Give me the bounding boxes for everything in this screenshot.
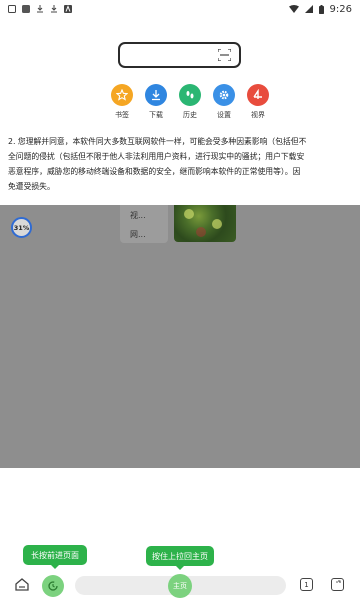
notice-line: 全问题的侵扰（包括但不限于他人非法利用用户资料，进行现实中的骚扰；用户下载安: [8, 152, 305, 161]
overlay-thumbnail-image[interactable]: [174, 205, 236, 242]
gear-icon[interactable]: [213, 84, 235, 106]
bottom-toolbar: 主页 1: [0, 570, 360, 600]
download-notification-icon-2: [51, 5, 57, 13]
quick-item-settings[interactable]: 设置: [212, 84, 236, 120]
search-box[interactable]: [118, 42, 241, 68]
download-notification-icon: [37, 5, 43, 13]
quick-access-bar: 书签 下载 历史 设置 视界: [110, 84, 270, 120]
quick-label-vision: 视界: [251, 111, 265, 119]
menu-button[interactable]: [331, 578, 344, 591]
notice-line: 免遭受损失。: [8, 182, 55, 191]
footprint-icon[interactable]: [179, 84, 201, 106]
scan-icon[interactable]: [218, 49, 231, 61]
overlay-menu-item[interactable]: 视...: [130, 210, 146, 221]
tooltip-long-press-forward: 长按前进页面: [23, 545, 87, 569]
status-bar: 9:26: [0, 0, 360, 18]
battery-icon: [318, 4, 324, 14]
dim-overlay[interactable]: 视... 网...: [0, 205, 360, 468]
thumbnail-spot: [184, 209, 194, 219]
star-icon[interactable]: [111, 84, 133, 106]
tooltip-pull-up-home: 按住上拉回主页: [146, 546, 214, 570]
quick-item-downloads[interactable]: 下载: [144, 84, 168, 120]
tab-count: 1: [304, 580, 309, 589]
status-right-icons: 9:26: [288, 3, 352, 15]
quick-label-downloads: 下载: [149, 111, 163, 119]
download-icon[interactable]: [145, 84, 167, 106]
quick-item-vision[interactable]: 视界: [246, 84, 270, 120]
home-icon[interactable]: [15, 578, 29, 591]
menu-icon: [336, 580, 341, 583]
app-a-notification-icon: [64, 5, 72, 13]
tooltip-text: 长按前进页面: [31, 550, 79, 560]
quick-item-bookmarks[interactable]: 书签: [110, 84, 134, 120]
quick-label-settings: 设置: [217, 111, 231, 119]
home-main-button[interactable]: 主页: [168, 574, 192, 598]
tooltip-text: 按住上拉回主页: [152, 551, 208, 561]
back-forward-button[interactable]: [42, 575, 64, 597]
status-time: 9:26: [329, 3, 352, 15]
quick-label-bookmarks: 书签: [115, 111, 129, 119]
vision-icon[interactable]: [247, 84, 269, 106]
notice-text: 2. 您理解并同意，本软件同大多数互联网软件一样，可能会受多种因素影响（包括但不…: [8, 134, 358, 194]
quick-item-history[interactable]: 历史: [178, 84, 202, 120]
notice-line: 2. 您理解并同意，本软件同大多数互联网软件一样，可能会受多种因素影响（包括但不: [8, 137, 307, 146]
wifi-icon: [288, 5, 299, 13]
media-notification-icon: [22, 5, 30, 13]
notice-line: 恶意程序，威胁您的移动终端设备和数据的安全，继而影响本软件的正常使用等）。因: [8, 167, 301, 176]
signal-icon: [304, 5, 313, 13]
overlay-menu-item[interactable]: 网...: [130, 229, 146, 240]
status-left-icons: [8, 5, 72, 13]
refresh-icon: [48, 581, 58, 591]
quick-label-history: 历史: [183, 111, 197, 119]
progress-text: 31%: [13, 223, 30, 232]
home-main-label: 主页: [173, 582, 187, 590]
thumbnail-spot: [196, 227, 206, 237]
thumbnail-spot: [212, 219, 222, 229]
app-notification-icon: [8, 5, 16, 13]
tabs-button[interactable]: 1: [300, 578, 313, 591]
progress-badge[interactable]: 31%: [11, 217, 32, 238]
